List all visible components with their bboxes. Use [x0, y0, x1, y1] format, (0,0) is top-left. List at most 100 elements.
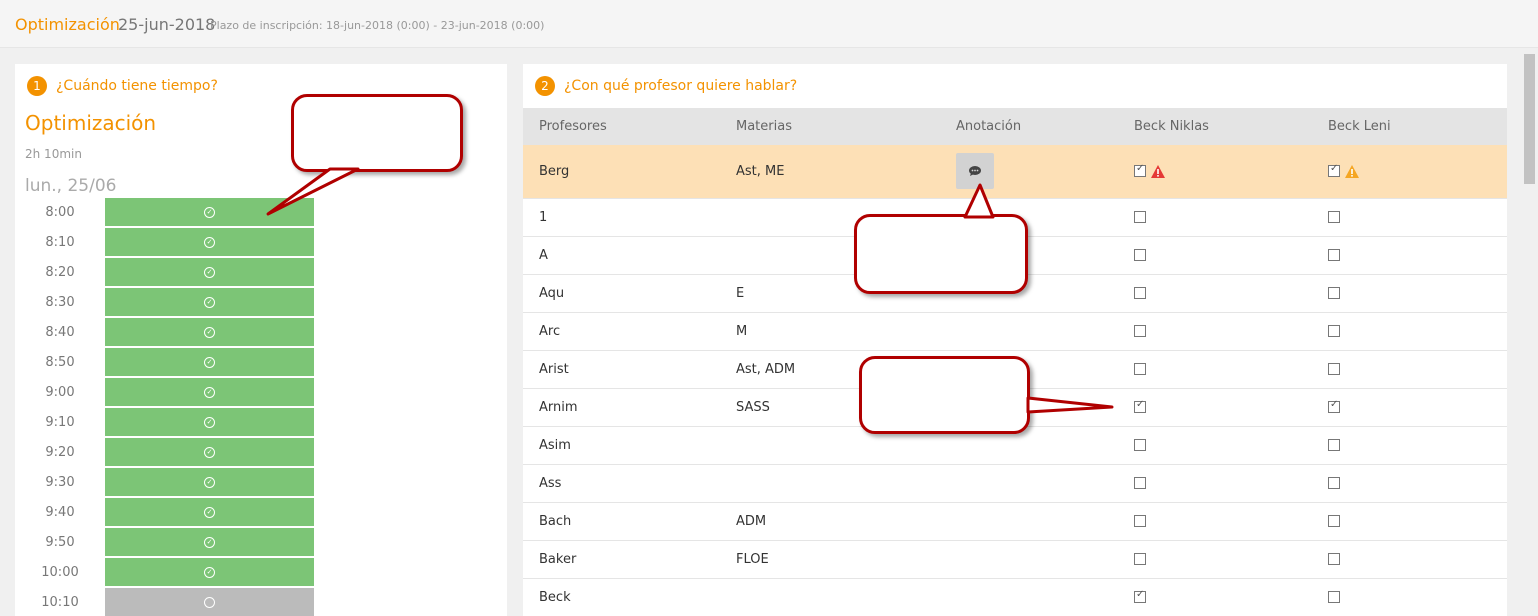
teacher-name: Aqu — [523, 274, 720, 313]
teacher-panel: 2 ¿Con qué profesor quiere hablar? Profe… — [523, 64, 1507, 616]
scrollbar-thumb[interactable] — [1524, 54, 1535, 184]
table-header-row: Profesores Materias Anotación Beck Nikla… — [523, 108, 1507, 145]
slot-toggle[interactable]: ✓ — [105, 408, 314, 436]
slot-toggle[interactable]: ✓ — [105, 468, 314, 496]
slot-toggle[interactable]: ✓ — [105, 288, 314, 316]
slot-time: 9:20 — [45, 445, 75, 460]
beck-niklas-checkbox[interactable] — [1134, 589, 1146, 603]
check-circle-icon: ✓ — [204, 566, 215, 578]
beck-niklas-checkbox[interactable] — [1134, 163, 1146, 178]
page-scrollbar[interactable] — [1521, 48, 1538, 616]
beck-niklas-checkbox[interactable] — [1134, 477, 1146, 489]
beck-niklas-checkbox[interactable] — [1134, 363, 1146, 375]
teacher-name: Baker — [523, 540, 720, 579]
beck-leni-checkbox[interactable] — [1328, 249, 1340, 261]
slot-time: 8:20 — [45, 265, 75, 280]
slot-toggle[interactable]: ✓ — [105, 198, 314, 226]
beck-leni-checkbox[interactable] — [1328, 553, 1340, 565]
beck-leni-cell — [1312, 145, 1507, 199]
step-question: ¿Cuándo tiene tiempo? — [56, 78, 218, 94]
teacher-name: Berg — [523, 145, 720, 199]
beck-niklas-cell — [1118, 502, 1312, 541]
beck-niklas-checkbox[interactable] — [1134, 325, 1146, 337]
beck-niklas-cell — [1118, 236, 1312, 275]
beck-niklas-checkbox[interactable] — [1134, 399, 1146, 413]
beck-niklas-checkbox[interactable] — [1134, 249, 1146, 261]
beck-niklas-cell — [1118, 198, 1312, 237]
slot-toggle[interactable]: ✓ — [105, 348, 314, 376]
annotation-button[interactable] — [956, 153, 994, 190]
step-2-heading: 2 ¿Con qué profesor quiere hablar? — [535, 76, 797, 96]
step-question: ¿Con qué profesor quiere hablar? — [564, 78, 798, 94]
time-slot-row: 8:30 ✓ — [15, 288, 314, 318]
teacher-name: Beck — [523, 578, 720, 616]
slot-toggle[interactable]: ✓ — [105, 228, 314, 256]
slot-time: 9:00 — [45, 385, 75, 400]
annotation-cell — [940, 540, 1118, 579]
registration-period: Plazo de inscripción: 18-jun-2018 (0:00)… — [210, 19, 545, 32]
beck-niklas-checkbox[interactable] — [1134, 515, 1146, 527]
warning-icon — [1151, 164, 1165, 178]
circle-icon — [204, 596, 215, 608]
beck-niklas-checkbox[interactable] — [1134, 211, 1146, 223]
beck-niklas-cell — [1118, 350, 1312, 389]
slot-toggle[interactable]: ✓ — [105, 258, 314, 286]
beck-leni-checkbox[interactable] — [1328, 325, 1340, 337]
beck-leni-cell — [1312, 578, 1507, 616]
teacher-name: Ass — [523, 464, 720, 503]
check-circle-icon: ✓ — [204, 326, 215, 338]
beck-leni-cell — [1312, 388, 1507, 427]
slot-time: 8:00 — [45, 205, 75, 220]
check-circle-icon: ✓ — [204, 386, 215, 398]
slot-time: 9:40 — [45, 505, 75, 520]
day-label: lun., 25/06 — [25, 176, 117, 196]
teacher-name: Arist — [523, 350, 720, 389]
beck-niklas-checkbox[interactable] — [1134, 287, 1146, 299]
time-slot-row: 10:00 ✓ — [15, 558, 314, 588]
table-row: Ass — [523, 464, 1507, 503]
callout-bubble-annotation — [854, 214, 1028, 294]
table-row: Arc M — [523, 312, 1507, 351]
beck-leni-checkbox[interactable] — [1328, 163, 1340, 178]
time-slot-row: 9:00 ✓ — [15, 378, 314, 408]
callout-bubble-checkbox — [859, 356, 1030, 434]
beck-leni-checkbox[interactable] — [1328, 399, 1340, 413]
duration-label: 2h 10min — [25, 147, 82, 161]
slot-toggle[interactable]: ✓ — [105, 438, 314, 466]
beck-leni-checkbox[interactable] — [1328, 363, 1340, 375]
slot-toggle[interactable]: ✓ — [105, 378, 314, 406]
beck-niklas-cell — [1118, 312, 1312, 351]
beck-niklas-cell — [1118, 464, 1312, 503]
beck-leni-cell — [1312, 274, 1507, 313]
check-circle-icon: ✓ — [204, 416, 215, 428]
beck-leni-checkbox[interactable] — [1328, 477, 1340, 489]
slot-toggle[interactable]: ✓ — [105, 528, 314, 556]
teacher-name: Arc — [523, 312, 720, 351]
beck-leni-checkbox[interactable] — [1328, 515, 1340, 527]
beck-leni-checkbox[interactable] — [1328, 211, 1340, 223]
beck-leni-checkbox[interactable] — [1328, 591, 1340, 603]
slot-time: 9:10 — [45, 415, 75, 430]
teacher-subjects: Ast, ME — [720, 145, 940, 199]
time-slot-list: 8:00 ✓ 8:10 ✓ 8:20 ✓ 8:30 ✓ 8:40 ✓ 8:50 ✓ 9:00 ✓ 9:10 ✓… — [15, 198, 314, 616]
table-row: Bach ADM — [523, 502, 1507, 541]
slot-toggle[interactable] — [105, 588, 314, 616]
beck-niklas-checkbox[interactable] — [1134, 439, 1146, 451]
teacher-name: Asim — [523, 426, 720, 465]
time-slot-row: 8:00 ✓ — [15, 198, 314, 228]
step-number-badge: 1 — [27, 76, 47, 96]
slot-toggle[interactable]: ✓ — [105, 558, 314, 586]
beck-leni-checkbox[interactable] — [1328, 439, 1340, 451]
teacher-subjects: M — [720, 312, 940, 351]
beck-leni-cell — [1312, 236, 1507, 275]
slot-toggle[interactable]: ✓ — [105, 318, 314, 346]
beck-leni-checkbox[interactable] — [1328, 287, 1340, 299]
warning-icon — [1345, 164, 1359, 178]
beck-niklas-checkbox[interactable] — [1134, 553, 1146, 565]
slot-time: 10:10 — [41, 595, 79, 610]
check-circle-icon: ✓ — [204, 206, 215, 218]
beck-leni-cell — [1312, 540, 1507, 579]
check-circle-icon: ✓ — [204, 446, 215, 458]
slot-toggle[interactable]: ✓ — [105, 498, 314, 526]
time-slot-row: 9:20 ✓ — [15, 438, 314, 468]
